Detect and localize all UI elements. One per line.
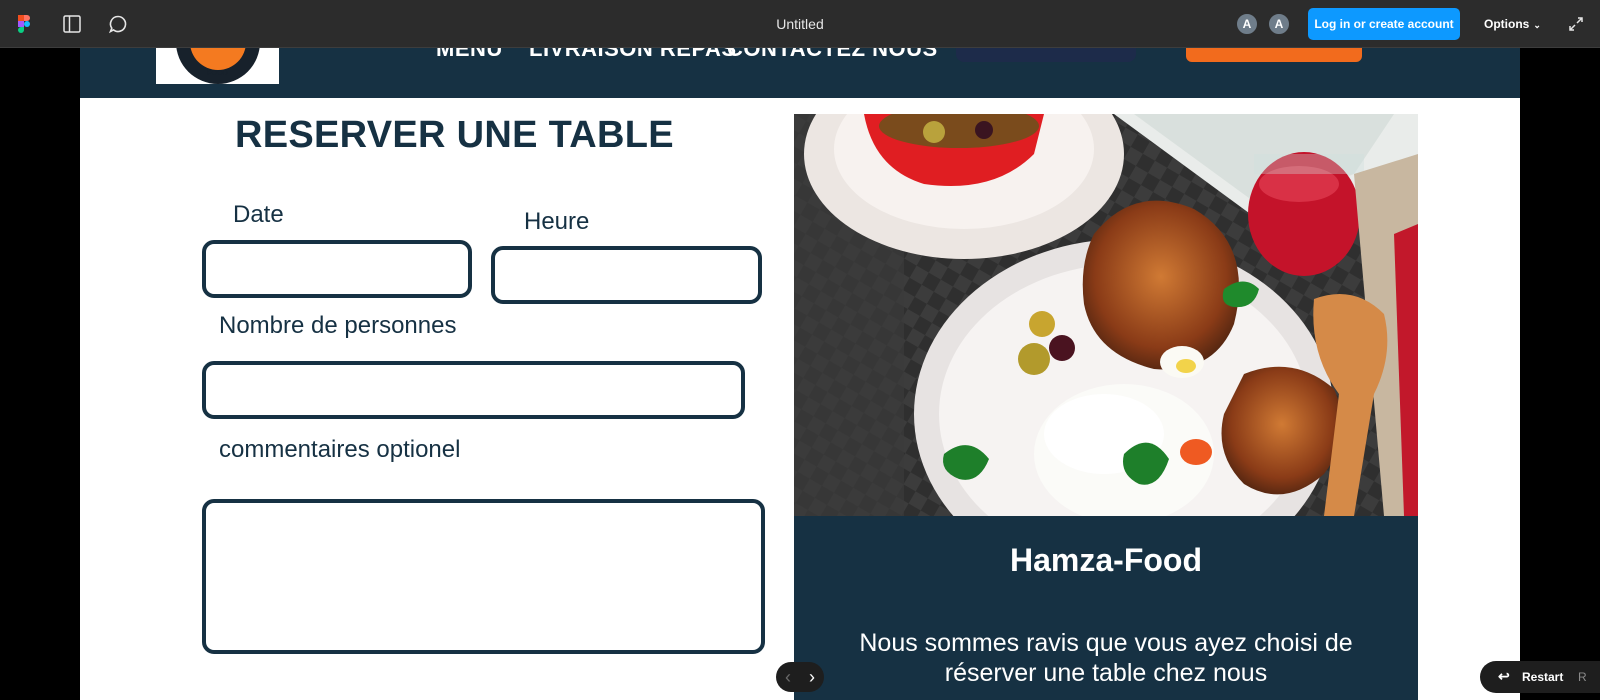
comment-field[interactable] xyxy=(202,499,765,654)
avatar[interactable]: A xyxy=(1235,12,1259,36)
prototype-frame: FOOD MENU LIVRAISON REPAS CONTACTEZ NOUS… xyxy=(80,48,1520,700)
card-title: Hamza-Food xyxy=(1010,542,1202,578)
restart-arrow-icon: ↩ xyxy=(1498,668,1510,684)
site-header: FOOD MENU LIVRAISON REPAS CONTACTEZ NOUS xyxy=(80,48,1520,98)
info-card: Hamza-Food Nous sommes ravis que vous ay… xyxy=(794,516,1418,700)
fullscreen-icon[interactable] xyxy=(1564,12,1588,36)
avatar[interactable]: A xyxy=(1267,12,1291,36)
card-text: Nous sommes ravis que vous ayez choisi d… xyxy=(859,629,1353,687)
logo-emblem xyxy=(176,48,260,84)
site-logo[interactable]: FOOD xyxy=(156,48,279,84)
restart-shortcut: R xyxy=(1578,670,1587,684)
chevron-right-icon[interactable]: › xyxy=(800,662,824,692)
figma-toolbar: Untitled A A Log in or create account Op… xyxy=(0,0,1600,48)
date-label: Date xyxy=(233,201,284,228)
nav-contact[interactable]: CONTACTEZ NOUS xyxy=(727,48,938,62)
restart-button[interactable]: ↩ Restart R xyxy=(1480,661,1600,693)
flow-navigation: ‹ › xyxy=(776,662,824,692)
chevron-down-icon: ⌄ xyxy=(1533,20,1541,30)
options-menu[interactable]: Options ⌄ xyxy=(1484,17,1541,31)
restart-label: Restart xyxy=(1522,670,1564,684)
people-field[interactable] xyxy=(202,361,745,419)
chevron-left-icon[interactable]: ‹ xyxy=(776,662,800,692)
logo-text: FOOD xyxy=(207,70,228,77)
date-field[interactable] xyxy=(202,240,472,298)
food-photo xyxy=(794,114,1418,516)
options-label: Options xyxy=(1484,17,1530,31)
people-label: Nombre de personnes xyxy=(219,312,457,339)
nav-menu[interactable]: MENU xyxy=(436,48,503,62)
time-label: Heure xyxy=(524,208,590,235)
page-title: RESERVER UNE TABLE xyxy=(235,114,674,156)
search-bar[interactable] xyxy=(956,48,1136,62)
order-button[interactable] xyxy=(1186,48,1362,62)
login-button[interactable]: Log in or create account xyxy=(1308,8,1460,40)
time-field[interactable] xyxy=(491,246,762,304)
comment-label: commentaires optionel xyxy=(219,436,461,463)
nav-livraison[interactable]: LIVRAISON REPAS xyxy=(529,48,737,62)
